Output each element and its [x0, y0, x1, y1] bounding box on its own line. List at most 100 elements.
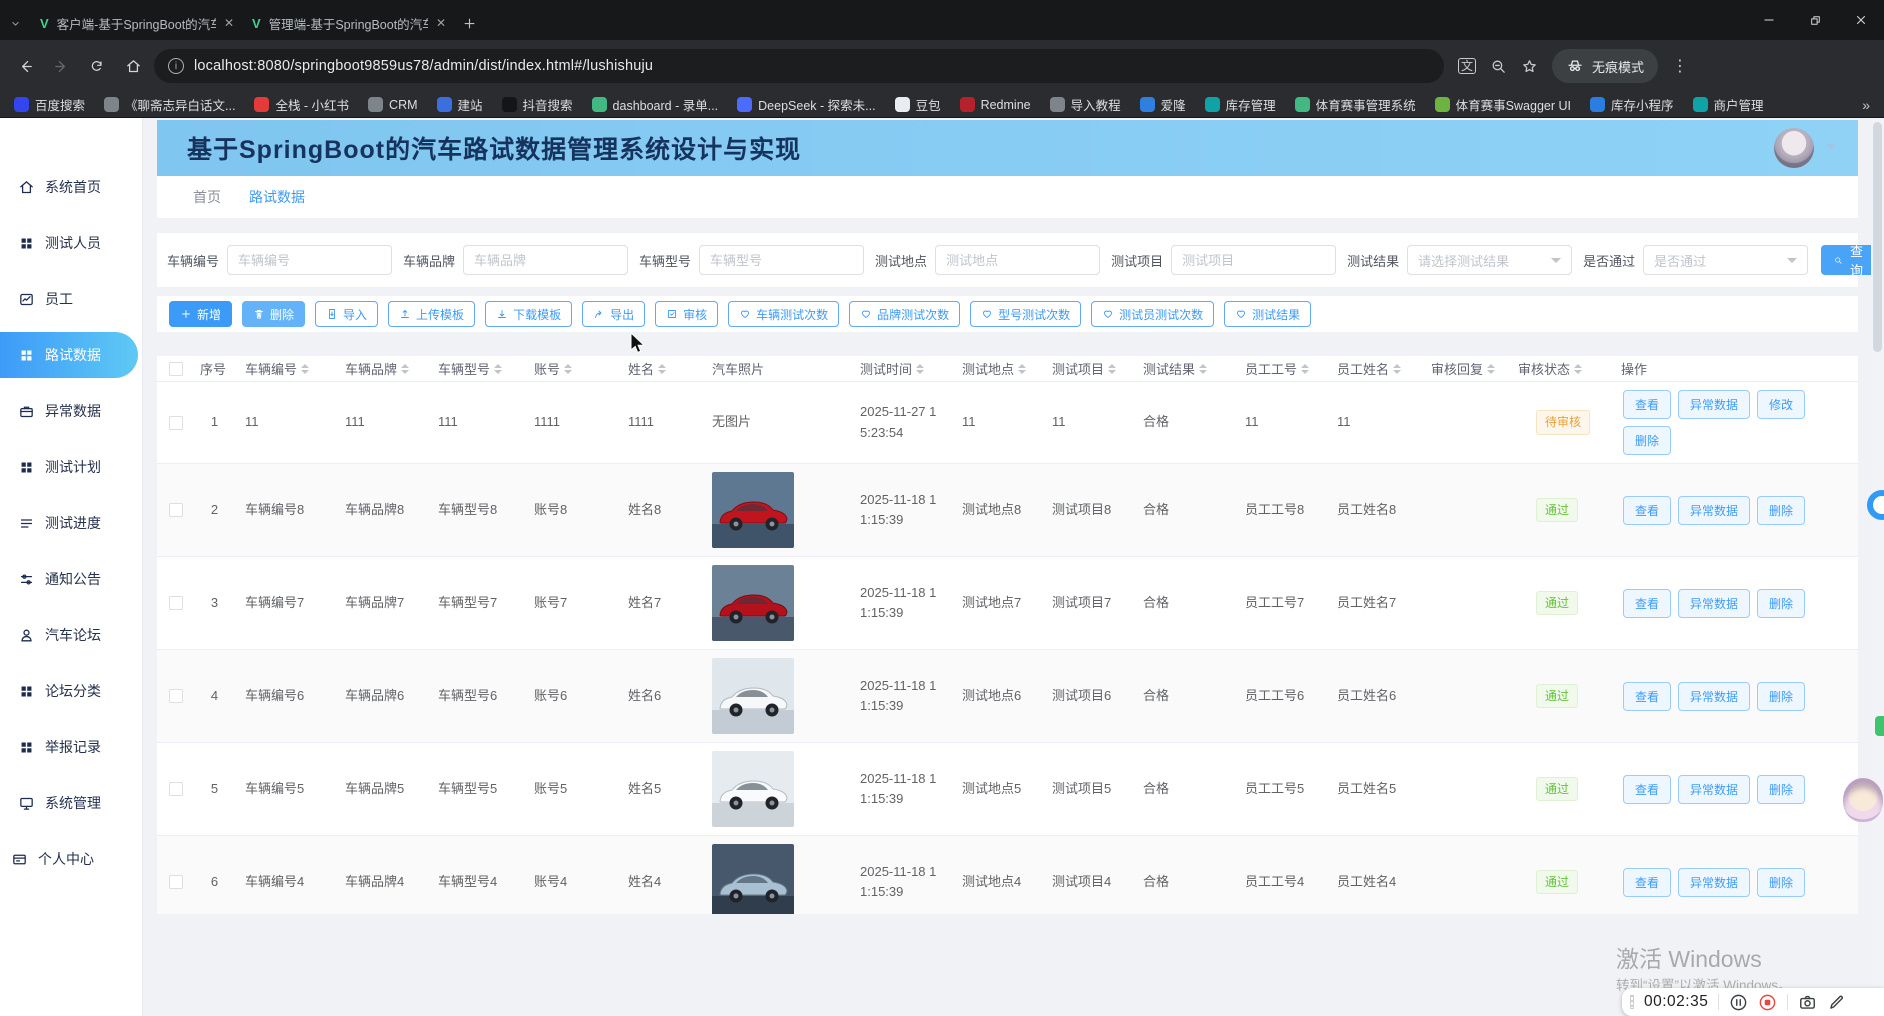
row-action-button[interactable]: 删除 [1757, 868, 1805, 897]
row-action-button[interactable]: 查看 [1623, 390, 1671, 419]
row-action-button[interactable]: 查看 [1623, 496, 1671, 525]
bookmark-item[interactable]: 《聊斋志异白话文... [104, 95, 235, 114]
bookmarks-overflow-icon[interactable]: » [1862, 97, 1870, 113]
tab-search-icon[interactable] [0, 6, 30, 40]
url-text[interactable]: localhost:8080/springboot9859us78/admin/… [194, 58, 653, 74]
sort-carets-icon[interactable] [401, 364, 409, 374]
column-header[interactable]: 车辆型号 [428, 359, 524, 378]
row-action-button[interactable]: 删除 [1757, 589, 1805, 618]
sidebar-item[interactable]: 测试人员 [0, 220, 138, 266]
row-checkbox[interactable] [169, 416, 183, 430]
filter-input[interactable] [699, 245, 864, 275]
user-avatar[interactable] [1774, 128, 1814, 168]
sort-carets-icon[interactable] [1487, 364, 1495, 374]
row-action-button[interactable]: 异常数据 [1678, 775, 1750, 804]
select-all-checkbox[interactable] [169, 362, 183, 376]
bookmark-star-icon[interactable] [1521, 58, 1538, 75]
column-header[interactable]: 审核回复 [1421, 359, 1508, 378]
column-header[interactable]: 汽车照片 [702, 359, 850, 378]
toolbar-button[interactable]: 新增 [169, 301, 232, 327]
column-header[interactable]: 测试时间 [850, 359, 952, 378]
bookmark-item[interactable]: 百度搜索 [14, 95, 85, 114]
row-action-button[interactable]: 异常数据 [1678, 390, 1750, 419]
car-photo[interactable] [712, 844, 794, 914]
row-action-button[interactable]: 查看 [1623, 868, 1671, 897]
bookmark-item[interactable]: 体育赛事Swagger UI [1435, 95, 1571, 114]
row-action-button[interactable]: 异常数据 [1678, 868, 1750, 897]
bookmark-item[interactable]: 商户管理 [1693, 95, 1764, 114]
filter-input[interactable] [463, 245, 628, 275]
pause-recording-button[interactable] [1729, 993, 1748, 1012]
row-action-button[interactable]: 异常数据 [1678, 589, 1750, 618]
column-header[interactable]: 序号 [190, 359, 235, 378]
new-tab-button[interactable] [454, 6, 484, 40]
tab-close-icon[interactable]: ✕ [436, 16, 446, 30]
bookmark-item[interactable]: 爱隆 [1140, 95, 1186, 114]
toolbar-button[interactable]: 车辆测试次数 [728, 301, 839, 327]
column-header[interactable]: 测试地点 [952, 359, 1042, 378]
nav-tab[interactable]: 路试数据 [249, 187, 305, 207]
annotate-pencil-button[interactable] [1827, 993, 1846, 1012]
filter-input[interactable] [935, 245, 1100, 275]
sort-carets-icon[interactable] [916, 364, 924, 374]
column-header[interactable]: 车辆编号 [235, 359, 335, 378]
bookmark-item[interactable]: 导入教程 [1050, 95, 1121, 114]
sort-carets-icon[interactable] [1301, 364, 1309, 374]
row-checkbox[interactable] [169, 782, 183, 796]
toolbar-button[interactable]: 审核 [655, 301, 718, 327]
window-close-button[interactable] [1838, 0, 1884, 40]
toolbar-button[interactable]: 品牌测试次数 [849, 301, 960, 327]
column-header[interactable]: 员工姓名 [1327, 359, 1421, 378]
bookmark-item[interactable]: dashboard - 录单... [592, 95, 719, 114]
sort-carets-icon[interactable] [1574, 364, 1582, 374]
avatar-caret-icon[interactable] [1826, 144, 1836, 150]
row-checkbox[interactable] [169, 596, 183, 610]
zoom-out-icon[interactable] [1490, 58, 1507, 75]
column-header[interactable]: 员工工号 [1235, 359, 1327, 378]
filter-input[interactable] [227, 245, 392, 275]
bookmark-item[interactable]: 体育赛事管理系统 [1295, 95, 1416, 114]
window-minimize-button[interactable] [1746, 0, 1792, 40]
toolbar-button[interactable]: 删除 [242, 301, 305, 327]
column-header[interactable]: 测试结果 [1133, 359, 1235, 378]
sidebar-item[interactable]: 测试计划 [0, 444, 138, 490]
sidebar-item[interactable]: 系统管理 [0, 780, 138, 826]
bookmark-item[interactable]: Redmine [960, 97, 1031, 112]
sidebar-item[interactable]: 个人中心 [0, 836, 138, 882]
sidebar-item[interactable]: 汽车论坛 [0, 612, 138, 658]
bookmark-item[interactable]: 抖音搜索 [502, 95, 573, 114]
toolbar-button[interactable]: 下载模板 [485, 301, 572, 327]
url-bar[interactable]: i localhost:8080/springboot9859us78/admi… [154, 49, 1444, 83]
sidebar-item[interactable]: 论坛分类 [0, 668, 138, 714]
car-photo[interactable] [712, 751, 794, 827]
bookmark-item[interactable]: 建站 [437, 95, 483, 114]
sidebar-item[interactable]: 通知公告 [0, 556, 138, 602]
sort-carets-icon[interactable] [1108, 364, 1116, 374]
reload-button[interactable] [82, 51, 112, 81]
sort-carets-icon[interactable] [1393, 364, 1401, 374]
car-photo[interactable] [712, 472, 794, 548]
column-header[interactable]: 测试项目 [1042, 359, 1133, 378]
toolbar-button[interactable]: 测试员测试次数 [1091, 301, 1214, 327]
column-header[interactable]: 车辆品牌 [335, 359, 428, 378]
car-photo[interactable] [712, 565, 794, 641]
stop-recording-button[interactable] [1758, 993, 1777, 1012]
browser-menu-icon[interactable]: ⋮ [1664, 56, 1696, 76]
scrollbar-thumb[interactable] [1873, 122, 1882, 352]
bookmark-item[interactable]: CRM [368, 97, 417, 112]
row-checkbox[interactable] [169, 503, 183, 517]
desktop-pet-avatar[interactable] [1843, 778, 1883, 822]
sidebar-item[interactable]: 路试数据 [0, 332, 138, 378]
page-scrollbar[interactable] [1871, 118, 1884, 1016]
row-action-button[interactable]: 删除 [1757, 682, 1805, 711]
home-button[interactable] [118, 51, 148, 81]
sort-carets-icon[interactable] [301, 364, 309, 374]
toolbar-button[interactable]: 导出 [582, 301, 645, 327]
row-action-button[interactable]: 删除 [1623, 426, 1671, 455]
sort-carets-icon[interactable] [564, 364, 572, 374]
column-header[interactable]: 姓名 [618, 359, 702, 378]
bookmark-item[interactable]: DeepSeek - 探索未... [737, 95, 875, 114]
browser-tab[interactable]: V 客户端-基于SpringBoot的汽车 ✕ [30, 6, 242, 40]
sort-carets-icon[interactable] [658, 364, 666, 374]
column-header[interactable]: 操作 [1611, 359, 1858, 378]
